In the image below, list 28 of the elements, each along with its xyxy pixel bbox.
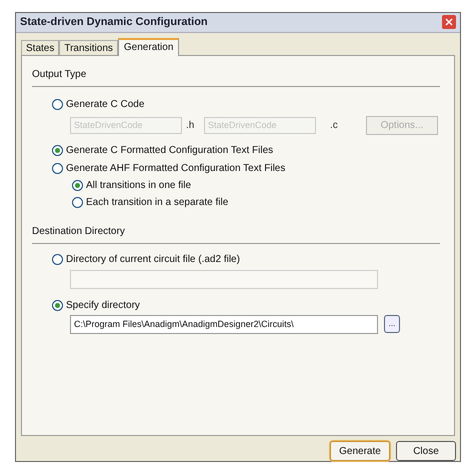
radio-label: Generate C Formatted Configuration Text Files	[66, 144, 274, 158]
radio-button[interactable]	[52, 98, 63, 110]
tab[interactable]: States	[21, 40, 60, 55]
radio-button[interactable]	[52, 254, 63, 265]
close-icon	[445, 18, 453, 26]
dialog-button[interactable]: Close	[396, 441, 456, 461]
close-button[interactable]	[442, 15, 456, 30]
browse-button[interactable]: ...	[384, 315, 400, 334]
dialog-button[interactable]: Generate	[330, 441, 390, 461]
radio-label: Generate C Code	[66, 98, 144, 112]
radio-button[interactable]	[52, 300, 63, 311]
section-heading: Output Type	[32, 68, 88, 82]
radio-label: Specify directory	[66, 298, 140, 313]
extension-label: .c	[329, 118, 339, 133]
radio-label: Directory of current circuit file (.ad2 file)	[66, 252, 240, 267]
radio-button[interactable]	[72, 196, 83, 208]
radio-button[interactable]	[52, 162, 63, 174]
radio-button[interactable]	[52, 144, 63, 156]
tab[interactable]: Transitions	[59, 40, 118, 55]
radio-label: Generate AHF Formatted Configuration Text Files	[66, 162, 286, 176]
directory-field[interactable]: C:\Program Files\Anadigm\AnadigmDesigner2\Circuits\	[70, 314, 378, 334]
radio-button[interactable]	[72, 180, 83, 191]
section-heading: Destination Directory	[32, 224, 126, 239]
radio-label: Each transition in a separate file	[86, 196, 228, 210]
window-title: State-driven Dynamic Configuration	[20, 15, 208, 30]
radio-label: All transitions in one file	[86, 178, 192, 193]
extension-label: .h	[186, 118, 196, 133]
tab[interactable]: Generation	[118, 38, 180, 56]
